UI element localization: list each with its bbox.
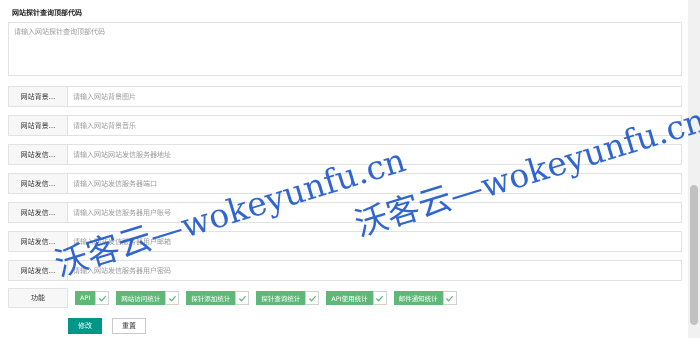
- bg-image-input[interactable]: 请输入网站背景图片: [68, 86, 682, 107]
- checkbox-email-notify-stats[interactable]: 邮件通知统计: [393, 291, 457, 305]
- checkbox-label: 网站访问统计: [116, 291, 166, 305]
- check-icon: [235, 291, 250, 305]
- form-row-mail-server: 网站发信... 请输入网站网站发信服务器地址: [8, 144, 682, 165]
- checkbox-label: 探针添加统计: [186, 291, 236, 305]
- form-row-bg-music: 网站背景... 请输入网站背景音乐: [8, 115, 682, 136]
- field-label: 网站背景...: [8, 115, 68, 136]
- scrollbar-thumb[interactable]: [690, 185, 698, 325]
- checkbox-api-usage-stats[interactable]: API使用统计: [326, 291, 387, 305]
- field-label: 网站发信...: [8, 144, 68, 165]
- check-icon: [305, 291, 320, 305]
- checkbox-probe-add-stats[interactable]: 探针添加统计: [186, 291, 250, 305]
- checkbox-probe-query-stats[interactable]: 探针查询统计: [256, 291, 320, 305]
- section-title: 网站探针查询顶部代码: [12, 9, 82, 17]
- reset-button[interactable]: 重置: [112, 318, 146, 334]
- field-label: 网站发信...: [8, 260, 68, 281]
- checkbox-site-visit-stats[interactable]: 网站访问统计: [116, 291, 180, 305]
- mail-email-input[interactable]: 请输入网站发信服务器用户邮箱: [68, 231, 682, 252]
- scrollbar-track[interactable]: [688, 0, 700, 338]
- check-icon: [95, 291, 110, 305]
- checkbox-label: API: [75, 291, 96, 305]
- mail-server-input[interactable]: 请输入网站网站发信服务器地址: [68, 144, 682, 165]
- functions-row: 功能 API 网站访问统计 探针添加统计 探针查询统计 API使用统计 邮件通知…: [8, 288, 457, 308]
- top-code-textarea[interactable]: 请输入网站探针查询顶部代码: [8, 22, 682, 76]
- submit-button[interactable]: 修改: [68, 318, 102, 334]
- form-row-mail-email: 网站发信... 请输入网站发信服务器用户邮箱: [8, 231, 682, 252]
- check-icon: [372, 291, 387, 305]
- field-label: 网站发信...: [8, 173, 68, 194]
- checkbox-label: 邮件通知统计: [393, 291, 443, 305]
- checkbox-api[interactable]: API: [75, 291, 110, 305]
- mail-account-input[interactable]: 请输入网站发信服务器用户账号: [68, 202, 682, 223]
- checkbox-label: API使用统计: [326, 291, 373, 305]
- form-row-mail-account: 网站发信... 请输入网站发信服务器用户账号: [8, 202, 682, 223]
- form-row-mail-password: 网站发信... 请输入网站发信服务器用户密码: [8, 260, 682, 281]
- check-icon: [165, 291, 180, 305]
- bg-music-input[interactable]: 请输入网站背景音乐: [68, 115, 682, 136]
- field-label: 网站发信...: [8, 231, 68, 252]
- field-label: 网站发信...: [8, 202, 68, 223]
- field-label: 网站背景...: [8, 86, 68, 107]
- form-row-bg-image: 网站背景... 请输入网站背景图片: [8, 86, 682, 107]
- mail-password-input[interactable]: 请输入网站发信服务器用户密码: [68, 260, 682, 281]
- form-row-mail-port: 网站发信... 请输入网站发信服务器端口: [8, 173, 682, 194]
- functions-label: 功能: [8, 288, 68, 308]
- check-icon: [442, 291, 457, 305]
- mail-port-input[interactable]: 请输入网站发信服务器端口: [68, 173, 682, 194]
- checkbox-label: 探针查询统计: [256, 291, 306, 305]
